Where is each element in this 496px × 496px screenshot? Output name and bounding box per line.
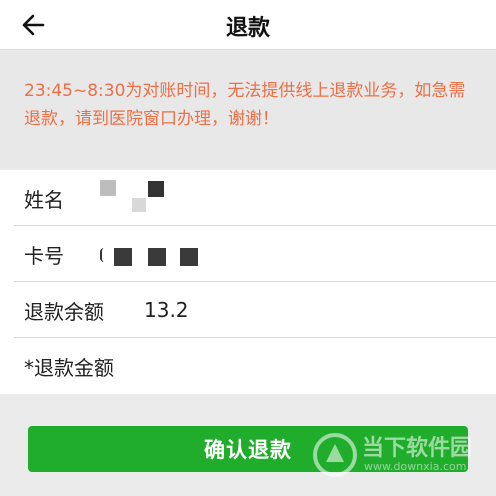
refund-form: 姓名 卡号 退款余额 13.2 *退款金额 <box>0 170 496 394</box>
notice-banner: 23:45~8:30为对账时间，无法提供线上退款业务，如急需退款，请到医院窗口办… <box>0 51 496 169</box>
top-bar: 退款 <box>0 0 496 50</box>
balance-value: 13.2 <box>144 298 189 322</box>
confirm-refund-button[interactable]: 确认退款 <box>28 426 468 472</box>
name-row: 姓名 <box>0 170 496 226</box>
redaction-mask <box>132 198 146 212</box>
page-title: 退款 <box>225 16 270 41</box>
redaction-mask <box>148 181 164 197</box>
redaction-mask <box>180 248 198 266</box>
redaction-mask <box>100 180 116 196</box>
card-number-row: 卡号 <box>0 226 496 282</box>
balance-label: 退款余额 <box>24 299 104 324</box>
redaction-mask <box>148 248 166 266</box>
redaction-mask <box>100 248 106 262</box>
refund-amount-label: *退款金额 <box>24 355 114 380</box>
refund-amount-row[interactable]: *退款金额 <box>0 338 496 394</box>
notice-text: 23:45~8:30为对账时间，无法提供线上退款业务，如急需退款，请到医院窗口办… <box>24 81 466 129</box>
name-label: 姓名 <box>24 187 64 212</box>
card-number-label: 卡号 <box>24 243 64 268</box>
redaction-mask <box>114 248 132 266</box>
balance-row: 退款余额 13.2 <box>0 282 496 338</box>
